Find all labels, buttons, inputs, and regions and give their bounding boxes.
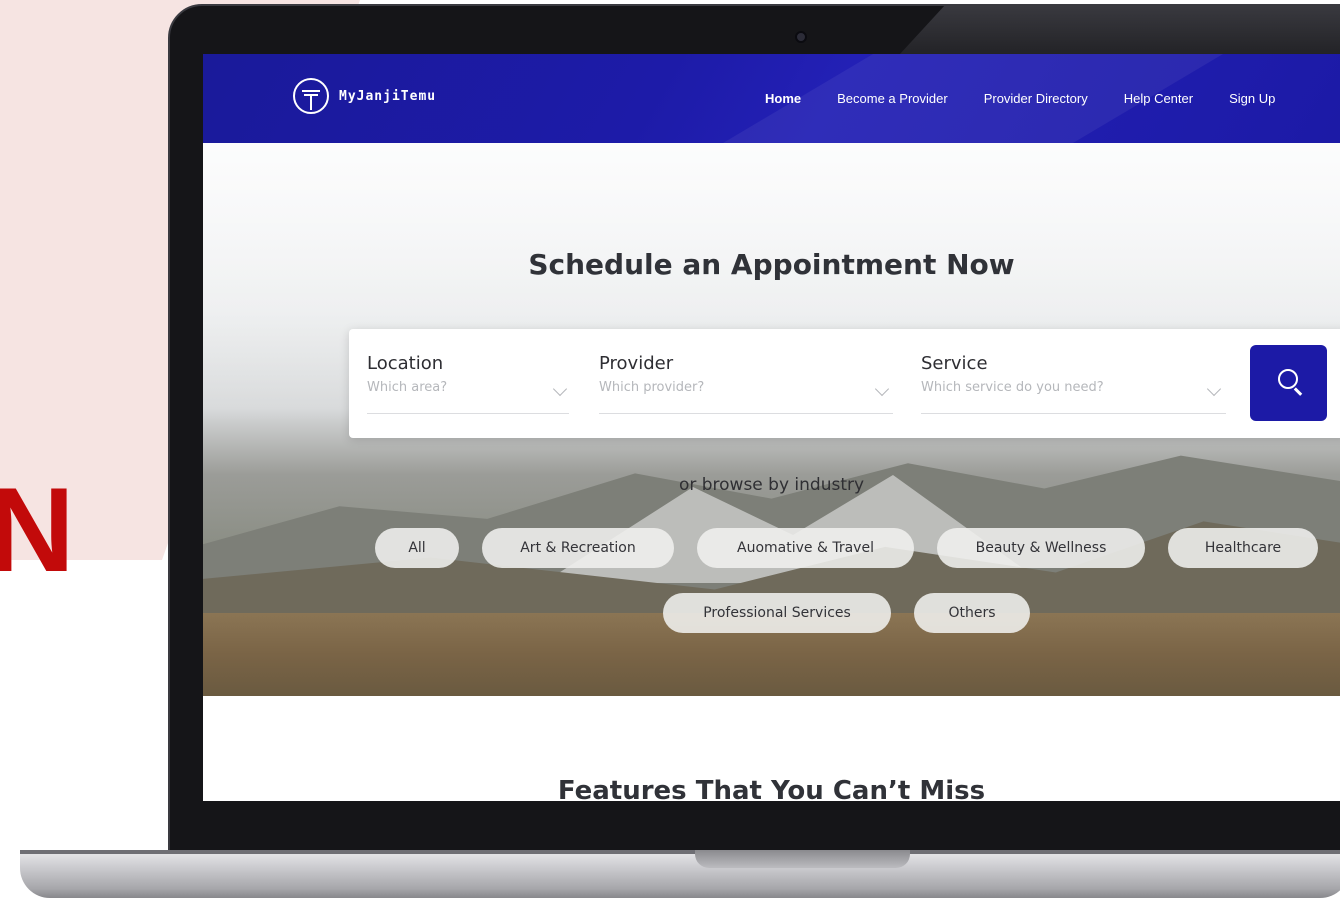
logo-icon (293, 78, 329, 114)
chevron-down-icon[interactable] (874, 381, 890, 397)
industry-chip-automotive-travel[interactable]: Auomative & Travel (697, 528, 914, 568)
laptop-base-edge (20, 850, 1340, 854)
features-title: Features That You Can’t Miss (557, 776, 986, 801)
search-button[interactable] (1250, 345, 1327, 421)
service-underline (921, 413, 1226, 414)
brand-letter: N (0, 463, 75, 597)
search-card: Location Which area? Provider Which prov… (349, 329, 1340, 438)
navbar: MyJanjiTemu Home Become a Provider Provi… (203, 54, 1340, 143)
nav-link-provider-directory[interactable]: Provider Directory (984, 91, 1088, 106)
hero: Schedule an Appointment Now Location Whi… (203, 143, 1340, 696)
nav-link-home[interactable]: Home (765, 91, 801, 106)
nav-links: Home Become a Provider Provider Director… (765, 91, 1275, 106)
search-icon-lens (1278, 369, 1298, 389)
laptop-screen: MyJanjiTemu Home Become a Provider Provi… (203, 54, 1340, 801)
search-icon-handle (1294, 387, 1303, 396)
industry-chip-healthcare[interactable]: Healthcare (1168, 528, 1318, 568)
provider-label: Provider (599, 353, 674, 374)
logo-text: MyJanjiTemu (339, 88, 437, 104)
logo-icon-bar (302, 90, 320, 92)
industry-chip-art-recreation[interactable]: Art & Recreation (482, 528, 674, 568)
industry-chip-all[interactable]: All (375, 528, 459, 568)
provider-placeholder[interactable]: Which provider? (599, 380, 704, 395)
browse-label: or browse by industry (678, 475, 865, 495)
hero-title: Schedule an Appointment Now (528, 248, 1015, 281)
laptop-base-notch (695, 850, 910, 868)
provider-field[interactable]: Provider Which provider? (599, 353, 893, 414)
logo-icon-stem (310, 94, 312, 110)
location-placeholder[interactable]: Which area? (367, 380, 447, 395)
location-field[interactable]: Location Which area? (367, 353, 569, 414)
laptop-base (20, 850, 1340, 898)
industry-chip-beauty-wellness[interactable]: Beauty & Wellness (937, 528, 1145, 568)
industry-chip-professional-services[interactable]: Professional Services (663, 593, 891, 633)
nav-link-become-provider[interactable]: Become a Provider (837, 91, 948, 106)
chevron-down-icon[interactable] (552, 381, 568, 397)
service-field[interactable]: Service Which service do you need? (921, 353, 1226, 414)
nav-link-sign-up[interactable]: Sign Up (1229, 91, 1275, 106)
location-underline (367, 413, 569, 414)
logo[interactable]: MyJanjiTemu (293, 78, 436, 114)
industry-chip-others[interactable]: Others (914, 593, 1030, 633)
service-label: Service (921, 353, 988, 374)
provider-underline (599, 413, 893, 414)
service-placeholder[interactable]: Which service do you need? (921, 380, 1104, 395)
location-label: Location (367, 353, 444, 374)
chevron-down-icon[interactable] (1206, 381, 1222, 397)
laptop-lid-shine (900, 4, 1340, 54)
nav-link-help-center[interactable]: Help Center (1124, 91, 1193, 106)
camera-icon (795, 31, 807, 43)
